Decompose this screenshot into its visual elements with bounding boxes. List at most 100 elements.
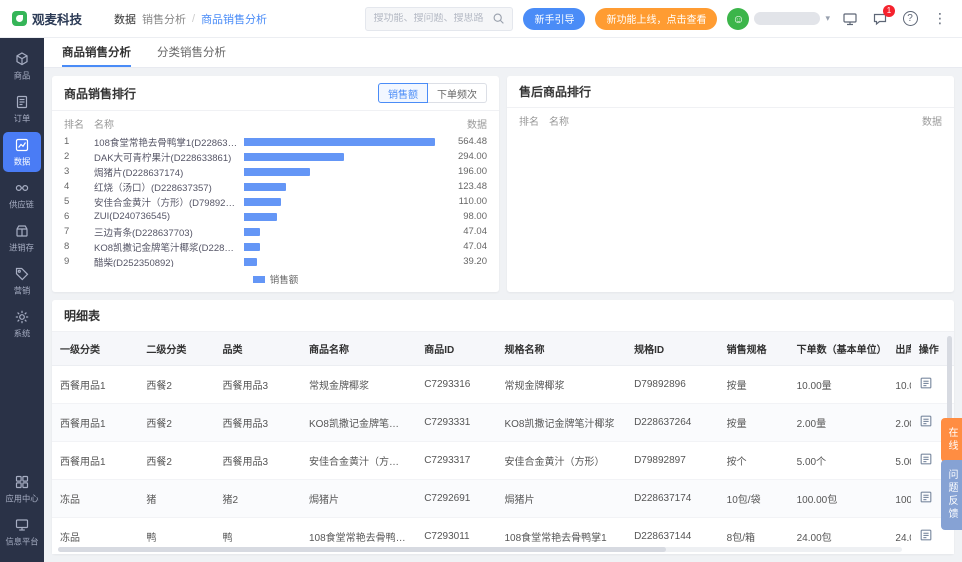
rank-product-name: 108食堂常艳去骨鸭掌1(D228637144) bbox=[94, 135, 244, 149]
sidebar-item-label: 营销 bbox=[14, 285, 31, 297]
search-input[interactable] bbox=[373, 13, 485, 24]
table-cell: 西餐2 bbox=[138, 442, 214, 480]
sidebar-item-label: 应用中心 bbox=[5, 493, 38, 505]
detail-table-wrap: 一级分类二级分类品类商品名称商品ID规格名称规格ID销售规格下单数（基本单位）出… bbox=[52, 332, 954, 554]
table-cell: 焗猪片 bbox=[301, 480, 416, 518]
toggle-order-frequency[interactable]: 下单频次 bbox=[428, 83, 487, 103]
table-cell: D79892897 bbox=[626, 442, 719, 480]
goods-icon bbox=[14, 51, 30, 67]
rank-bar bbox=[244, 153, 435, 161]
table-cell: C7293317 bbox=[416, 442, 496, 480]
sidebar-item-inventory[interactable]: 进销存 bbox=[3, 218, 41, 258]
sidebar-item-app-center[interactable]: 应用中心 bbox=[3, 469, 41, 509]
rank-value: 294.00 bbox=[435, 151, 487, 162]
sales-rank-row: 5安佳合金黄汁（方形）(D79892897)110.00 bbox=[52, 194, 499, 209]
guide-button[interactable]: 新手引导 bbox=[523, 8, 585, 30]
rank-value: 47.04 bbox=[435, 226, 487, 237]
rank-bar bbox=[244, 213, 435, 221]
search-icon[interactable] bbox=[492, 12, 505, 25]
online-service-tab[interactable]: 在线 bbox=[941, 418, 962, 462]
topbar-right: 新手引导 新功能上线，点击查看 ☺ ▾ 1 ? ⋮ bbox=[365, 7, 950, 31]
table-cell: 西餐用品3 bbox=[215, 404, 301, 442]
chevron-down-icon: ▾ bbox=[825, 13, 830, 24]
sidebar-item-system[interactable]: 系统 bbox=[3, 304, 41, 344]
breadcrumb-module[interactable]: 数据 bbox=[114, 11, 136, 27]
sales-rank-row: 9醋柴(D252350892)39.20 bbox=[52, 254, 499, 267]
rank-value: 39.20 bbox=[435, 256, 487, 267]
table-cell: C7293331 bbox=[416, 404, 496, 442]
horizontal-scrollbar[interactable] bbox=[58, 547, 902, 552]
detail-report-icon bbox=[919, 490, 933, 504]
sidebar-item-info-platform[interactable]: 信息平台 bbox=[3, 512, 41, 552]
table-cell: 安佳合金黄汁（方形） bbox=[301, 442, 416, 480]
table-cell: 常规金牌椰浆 bbox=[496, 366, 626, 404]
column-name: 名称 bbox=[549, 113, 890, 128]
table-row: 西餐用品1西餐2西餐用品3安佳合金黄汁（方形）C7293317安佳合金黄汁（方形… bbox=[52, 442, 954, 480]
app-window: 观麦科技 数据 销售分析 / 商品销售分析 新手引导 新功能上线，点击查看 ☺ … bbox=[0, 0, 962, 562]
column-header: 商品名称 bbox=[301, 332, 416, 366]
rank-bar bbox=[244, 258, 435, 266]
column-header: 规格ID bbox=[626, 332, 719, 366]
notification-badge: 1 bbox=[883, 5, 895, 17]
gear-icon bbox=[14, 309, 30, 325]
sidebar-item-data[interactable]: 数据 bbox=[3, 132, 41, 172]
rank-bar bbox=[244, 183, 435, 191]
panel-detail-table: 明细表 一级分类二级分类品类商品名称商品ID规格名称规格ID销售规格下单数（基本… bbox=[52, 300, 954, 554]
aftersale-empty-body bbox=[507, 131, 954, 292]
rank-product-name: 红烧（汤口）(D228637357) bbox=[94, 180, 244, 194]
rank-product-name: KO8凯撒记金牌笔汁椰浆(D228637264) bbox=[94, 240, 244, 254]
column-header: 销售规格 bbox=[719, 332, 789, 366]
table-cell: 西餐用品1 bbox=[52, 404, 138, 442]
sidebar-item-supply-chain[interactable]: 供应链 bbox=[3, 175, 41, 215]
rank-product-name: DAK大可青柠果汁(D228633861) bbox=[94, 150, 244, 164]
rank-bar bbox=[244, 198, 435, 206]
user-menu[interactable]: ☺ ▾ bbox=[727, 8, 830, 30]
rank-product-name: 焗猪片(D228637174) bbox=[94, 165, 244, 179]
column-rank: 排名 bbox=[519, 113, 549, 128]
table-cell: 焗猪片 bbox=[496, 480, 626, 518]
sidebar-item-marketing[interactable]: 营销 bbox=[3, 261, 41, 301]
rank-number: 8 bbox=[64, 241, 94, 252]
content-area: 商品销售排行 销售额 下单频次 排名 名称 数据 1108食堂常艳去骨鸭掌1(D… bbox=[44, 68, 962, 562]
table-cell: 按个 bbox=[719, 442, 789, 480]
sidebar-item-orders[interactable]: 订单 bbox=[3, 89, 41, 129]
avatar[interactable]: ☺ bbox=[727, 8, 749, 30]
help-button[interactable]: ? bbox=[900, 9, 920, 29]
brand-name: 观麦科技 bbox=[32, 9, 82, 28]
table-cell: 猪2 bbox=[215, 480, 301, 518]
rank-column-headers: 排名 名称 数据 bbox=[507, 108, 954, 131]
tab-product-sales-analysis[interactable]: 商品销售分析 bbox=[62, 38, 131, 67]
chart-legend[interactable]: 销售额 bbox=[52, 267, 499, 292]
more-button[interactable]: ⋮ bbox=[930, 9, 950, 29]
table-cell: 西餐用品3 bbox=[215, 442, 301, 480]
table-cell: 西餐用品3 bbox=[215, 366, 301, 404]
sidebar: 商品 订单 数据 供应链 进销存 营销 bbox=[0, 38, 44, 562]
rank-bar bbox=[244, 243, 435, 251]
tab-category-sales-analysis[interactable]: 分类销售分析 bbox=[157, 38, 226, 67]
brand-logo-icon bbox=[12, 11, 27, 26]
breadcrumb-separator: / bbox=[192, 13, 195, 25]
table-cell: 10包/袋 bbox=[719, 480, 789, 518]
scrollbar-thumb[interactable] bbox=[58, 547, 666, 552]
sidebar-item-label: 信息平台 bbox=[5, 536, 38, 548]
sales-rank-row: 3焗猪片(D228637174)196.00 bbox=[52, 164, 499, 179]
toggle-sales-amount[interactable]: 销售额 bbox=[378, 83, 428, 103]
panel-sales-ranking: 商品销售排行 销售额 下单频次 排名 名称 数据 1108食堂常艳去骨鸭掌1(D… bbox=[52, 76, 499, 292]
data-chart-icon bbox=[14, 137, 30, 153]
brand: 观麦科技 bbox=[12, 9, 104, 28]
column-header: 下单数（基本单位） bbox=[789, 332, 888, 366]
breadcrumb-item[interactable]: 销售分析 bbox=[142, 11, 186, 27]
feedback-tab[interactable]: 问题反馈 bbox=[941, 460, 962, 530]
table-cell: 100.00包 bbox=[789, 480, 888, 518]
table-row: 西餐用品1西餐2西餐用品3KO8凯撒记金牌笔汁椰浆C7293331KO8凯撒记金… bbox=[52, 404, 954, 442]
promo-button[interactable]: 新功能上线，点击查看 bbox=[595, 8, 717, 30]
message-button[interactable]: 1 bbox=[870, 9, 890, 29]
column-header: 二级分类 bbox=[138, 332, 214, 366]
table-cell: 冻品 bbox=[52, 480, 138, 518]
sales-rank-row: 2DAK大可青柠果汁(D228633861)294.00 bbox=[52, 149, 499, 164]
sidebar-item-goods[interactable]: 商品 bbox=[3, 46, 41, 86]
table-cell: C7293316 bbox=[416, 366, 496, 404]
workbench-button[interactable] bbox=[840, 9, 860, 29]
rank-bar bbox=[244, 228, 435, 236]
table-cell: 按量 bbox=[719, 404, 789, 442]
